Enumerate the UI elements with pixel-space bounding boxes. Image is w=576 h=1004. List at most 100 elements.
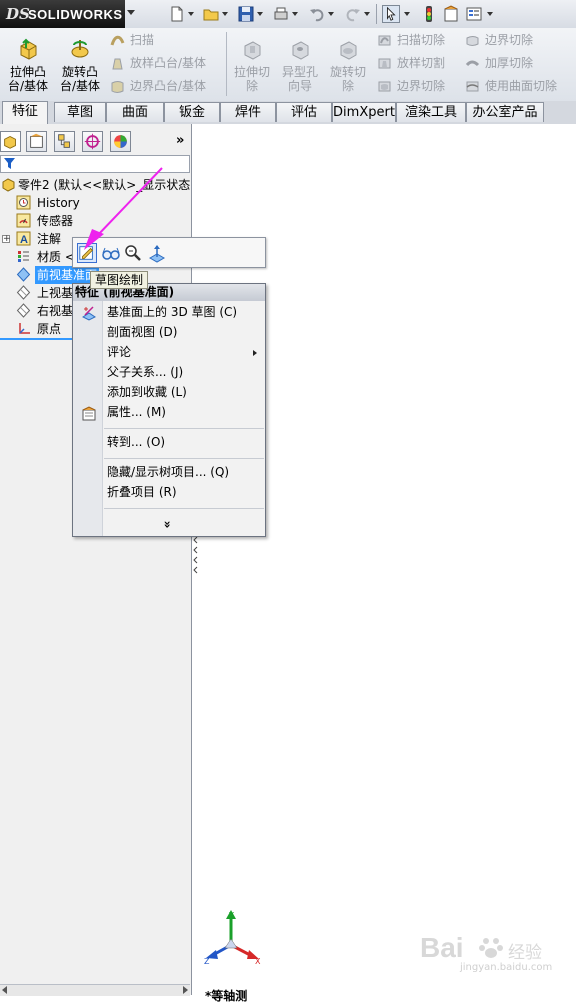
menu-item-section-view[interactable]: 剖面视图 (D) bbox=[107, 323, 177, 342]
save-dropdown-icon[interactable] bbox=[257, 12, 263, 16]
tab-office-products[interactable]: 办公室产品 bbox=[466, 102, 544, 122]
select-dropdown-icon[interactable] bbox=[404, 12, 410, 16]
menu-item-parent-child[interactable]: 父子关系... (J) bbox=[107, 363, 183, 382]
logo-menu-arrow-icon[interactable] bbox=[127, 10, 135, 15]
tab-evaluate[interactable]: 评估 bbox=[276, 102, 332, 122]
open-folder-icon[interactable] bbox=[202, 5, 220, 23]
extruded-cut-button[interactable]: 拉伸切 除 bbox=[230, 38, 274, 93]
title-bar: DS SOLIDWORKS bbox=[0, 0, 576, 29]
extruded-cut-label-1: 拉伸切 bbox=[233, 65, 270, 79]
revolved-cut-button[interactable]: 旋转切 除 bbox=[326, 38, 370, 93]
extruded-boss-button[interactable]: 拉伸凸 台/基体 bbox=[4, 38, 52, 93]
feature-manager-tab-icon[interactable] bbox=[0, 131, 21, 152]
new-dropdown-icon[interactable] bbox=[188, 12, 194, 16]
axis-x-label: X bbox=[255, 957, 261, 966]
tree-filter-field[interactable] bbox=[0, 155, 190, 173]
boundary-boss-button[interactable]: 边界凸台/基体 bbox=[108, 77, 206, 95]
revolved-boss-button[interactable]: 旋转凸 台/基体 bbox=[56, 38, 104, 93]
loft-boss-button[interactable]: 放样凸台/基体 bbox=[108, 54, 206, 72]
tab-features[interactable]: 特征 bbox=[2, 101, 48, 124]
menu-item-hide-show-tree-items[interactable]: 隐藏/显示树项目... (Q) bbox=[107, 463, 229, 482]
tree-item-label: 传感器 bbox=[37, 214, 74, 228]
triad-axes: Y X Z bbox=[204, 910, 261, 966]
sketch-icon[interactable] bbox=[77, 243, 97, 263]
swept-cut-button[interactable]: 扫描切除 bbox=[375, 31, 445, 49]
redo-icon[interactable] bbox=[344, 5, 362, 23]
watermark-url: jingyan.baidu.com bbox=[460, 962, 553, 973]
menu-item-properties[interactable]: 属性... (M) bbox=[107, 403, 166, 422]
menu-item-collapse-items[interactable]: 折叠项目 (R) bbox=[107, 483, 177, 502]
properties-icon bbox=[82, 406, 96, 421]
options-dropdown-icon[interactable] bbox=[487, 12, 493, 16]
tab-dimxpert[interactable]: DimXpert bbox=[332, 102, 396, 122]
revolved-boss-label-2: 台/基体 bbox=[59, 79, 101, 93]
menu-item-comment[interactable]: 评论 bbox=[107, 343, 257, 362]
boundary-boss-icon bbox=[111, 81, 124, 93]
boundary-cut-2-button[interactable]: 边界切除 bbox=[463, 31, 533, 49]
menu-item-3d-sketch[interactable]: 基准面上的 3D 草图 (C) bbox=[107, 303, 237, 322]
options-icon[interactable] bbox=[465, 5, 483, 23]
redo-dropdown-icon[interactable] bbox=[364, 12, 370, 16]
menu-separator bbox=[104, 508, 264, 509]
swept-cut-label: 扫描切除 bbox=[397, 33, 446, 47]
panel-horizontal-scrollbar[interactable] bbox=[0, 984, 190, 996]
menu-item-comment-label: 评论 bbox=[107, 345, 132, 359]
tab-sketch[interactable]: 草图 bbox=[54, 102, 106, 122]
menu-expand-chevron-icon[interactable]: » bbox=[157, 521, 176, 529]
surface-cut-button[interactable]: 使用曲面切除 bbox=[463, 77, 557, 95]
tab-weldments[interactable]: 焊件 bbox=[220, 102, 276, 122]
save-icon[interactable] bbox=[237, 5, 255, 23]
plane-icon bbox=[16, 285, 31, 300]
tab-render-tools[interactable]: 渲染工具 bbox=[396, 102, 466, 122]
print-icon[interactable] bbox=[272, 5, 290, 23]
sweep-button[interactable]: 扫描 bbox=[108, 31, 154, 49]
watermark-main-text: Bai bbox=[420, 932, 464, 963]
axis-y-label: Y bbox=[228, 911, 234, 920]
scroll-left-arrow-icon[interactable] bbox=[2, 986, 7, 994]
rebuild-traffic-light-icon[interactable] bbox=[420, 5, 438, 23]
display-manager-tab-icon[interactable] bbox=[110, 131, 131, 152]
undo-dropdown-icon[interactable] bbox=[328, 12, 334, 16]
panel-splitter-handle-icon[interactable] bbox=[192, 535, 198, 575]
extruded-boss-label-1: 拉伸凸 bbox=[9, 65, 46, 79]
panel-expand-chevron-icon[interactable]: » bbox=[176, 133, 184, 148]
property-manager-tab-icon[interactable] bbox=[26, 131, 47, 152]
print-dropdown-icon[interactable] bbox=[292, 12, 298, 16]
configuration-manager-tab-icon[interactable] bbox=[54, 131, 75, 152]
expand-annotations-icon[interactable]: + bbox=[2, 235, 11, 244]
part-icon bbox=[2, 178, 15, 192]
new-document-icon[interactable] bbox=[168, 5, 186, 23]
menu-item-go-to[interactable]: 转到... (O) bbox=[107, 433, 165, 452]
sweep-icon bbox=[110, 35, 125, 46]
scroll-right-arrow-icon[interactable] bbox=[183, 986, 188, 994]
extruded-cut-label-2: 除 bbox=[245, 79, 258, 93]
view-orientation-label: *等轴测 bbox=[205, 989, 248, 1003]
3d-sketch-icon bbox=[82, 306, 96, 321]
app-name: SOLIDWORKS bbox=[28, 7, 123, 22]
zoom-to-selection-icon[interactable] bbox=[123, 243, 143, 263]
feature-glasses-icon[interactable] bbox=[101, 243, 121, 263]
baidu-paw-icon bbox=[479, 938, 503, 958]
lofted-cut-button[interactable]: 放样切割 bbox=[375, 54, 445, 72]
tab-surfaces[interactable]: 曲面 bbox=[106, 102, 164, 122]
extrude-cut-icon bbox=[244, 41, 261, 60]
menu-item-add-to-favorites[interactable]: 添加到收藏 (L) bbox=[107, 383, 187, 402]
context-toolbar bbox=[72, 237, 266, 268]
tab-sheet-metal[interactable]: 钣金 bbox=[164, 102, 220, 122]
boundary-cut-button[interactable]: 边界切除 bbox=[375, 77, 445, 95]
hole-wizard-icon bbox=[292, 41, 309, 60]
thicken-cut-button[interactable]: 加厚切除 bbox=[463, 54, 533, 72]
open-dropdown-icon[interactable] bbox=[222, 12, 228, 16]
select-cursor-icon[interactable] bbox=[382, 5, 400, 23]
loft-icon bbox=[112, 58, 123, 70]
normal-to-icon[interactable] bbox=[147, 243, 167, 263]
command-divider bbox=[226, 32, 227, 96]
undo-icon[interactable] bbox=[308, 5, 326, 23]
dimxpert-manager-tab-icon[interactable] bbox=[82, 131, 103, 152]
hole-wizard-button[interactable]: 异型孔 向导 bbox=[278, 38, 322, 93]
tree-item-label: 原点 bbox=[37, 322, 62, 336]
solidworks-logo[interactable]: DS SOLIDWORKS bbox=[0, 0, 125, 28]
file-properties-icon[interactable] bbox=[442, 5, 460, 23]
boundary-cut-2-label: 边界切除 bbox=[485, 33, 534, 47]
revolved-cut-label-1: 旋转切 bbox=[329, 65, 366, 79]
